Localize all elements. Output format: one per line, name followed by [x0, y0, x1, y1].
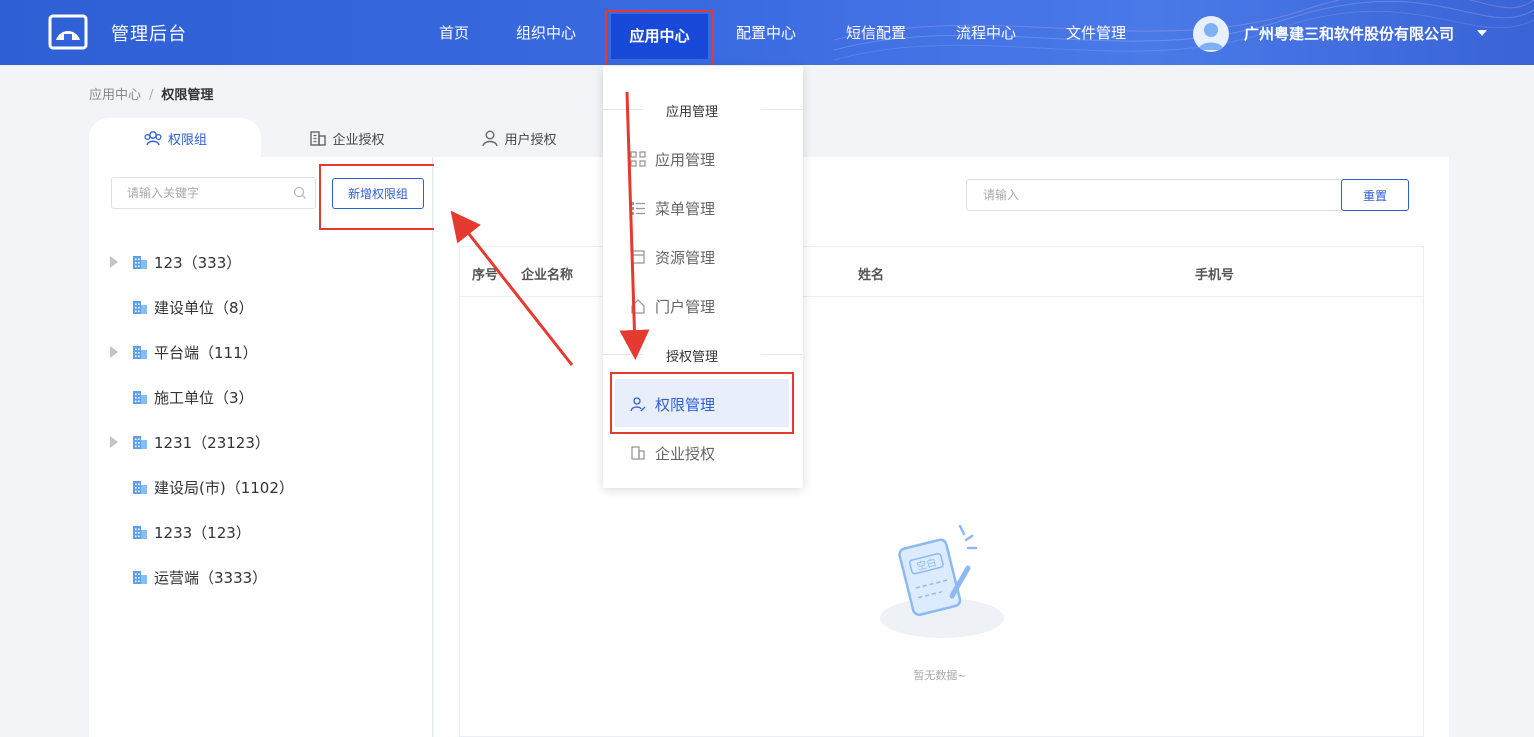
- tree-node-label: 1231（23123）: [154, 433, 270, 452]
- nav-config-center[interactable]: 配置中心: [736, 22, 796, 43]
- group-divider: [603, 354, 643, 355]
- breadcrumb-separator: /: [149, 88, 154, 103]
- group-divider: [603, 109, 643, 110]
- nav-sms-config[interactable]: 短信配置: [846, 22, 906, 43]
- dropdown-group-auth: 授权管理: [603, 350, 803, 365]
- right-search-input[interactable]: 请输入: [966, 179, 1342, 211]
- tree-node[interactable]: 施工单位（3）: [110, 385, 254, 409]
- column-header-name: 姓名: [858, 268, 885, 283]
- dropdown-item-resource-management[interactable]: 资源管理: [603, 237, 803, 277]
- column-header-company: 企业名称: [521, 268, 574, 283]
- building-icon: [133, 571, 147, 584]
- nav-app-center-label: 应用中心: [629, 27, 690, 45]
- tab-enterprise-auth-label: 企业授权: [332, 132, 385, 148]
- tree-node[interactable]: 1231（23123）: [110, 430, 270, 454]
- tree-node[interactable]: 123（333）: [110, 250, 241, 274]
- list-icon: [629, 200, 647, 216]
- dropdown-item-menu-management[interactable]: 菜单管理: [603, 188, 803, 228]
- dropdown-item-enterprise-auth[interactable]: 企业授权: [603, 433, 793, 473]
- empty-illustration-icon: 空白: [880, 524, 1004, 638]
- dropdown-item-label: 应用管理: [655, 150, 716, 169]
- expand-arrow-icon[interactable]: [110, 346, 118, 358]
- logo-icon: [48, 14, 88, 50]
- tree-node[interactable]: 运营端（3333）: [110, 565, 267, 589]
- tree-node-label: 123（333）: [154, 253, 242, 272]
- building-icon: [629, 445, 647, 461]
- company-name[interactable]: 广州粤建三和软件股份有限公司: [1244, 23, 1454, 44]
- empty-state-text: 暂无数据~: [913, 669, 967, 682]
- tree-node[interactable]: 建设单位（8）: [110, 295, 254, 319]
- column-header-phone: 手机号: [1195, 268, 1235, 283]
- user-icon: [482, 130, 499, 147]
- dropdown-item-label: 门户管理: [655, 297, 716, 316]
- breadcrumb: 应用中心 / 权限管理: [89, 84, 213, 103]
- tree-node[interactable]: 建设局(市)（1102）: [110, 475, 294, 499]
- tree-node-label: 平台端（111）: [154, 343, 258, 362]
- expand-arrow-icon[interactable]: [110, 436, 118, 448]
- building-icon: [133, 256, 147, 269]
- building-icon: [133, 436, 147, 449]
- column-header-index: 序号: [472, 268, 499, 283]
- tree-node[interactable]: 1233（123）: [110, 520, 251, 544]
- tab-user-auth-label: 用户授权: [504, 132, 557, 148]
- nav-app-center[interactable]: 应用中心: [611, 14, 708, 59]
- tree-node-label: 建设单位（8）: [154, 298, 254, 317]
- nav-app-center-highlight[interactable]: 应用中心: [605, 10, 714, 65]
- building-icon: [133, 346, 147, 359]
- nav-workflow-center[interactable]: 流程中心: [956, 22, 1016, 43]
- group-divider: [761, 109, 803, 110]
- keyword-search-input[interactable]: 请输入关键字: [111, 177, 316, 209]
- avatar-icon[interactable]: [1193, 16, 1229, 52]
- top-header: 管理后台 首页 组织中心 应用中心 配置中心 短信配置 流程中心 文件管理 广州…: [0, 0, 1534, 65]
- building-icon: [133, 526, 147, 539]
- dropdown-group-title: 授权管理: [666, 350, 719, 365]
- dropdown-item-label: 菜单管理: [655, 199, 716, 218]
- tab-permission-group-label: 权限组: [167, 132, 207, 148]
- app-title: 管理后台: [111, 24, 187, 45]
- grid-icon: [629, 151, 647, 167]
- dropdown-item-app-management[interactable]: 应用管理: [603, 139, 803, 179]
- tree-node-label: 1233（123）: [154, 523, 251, 542]
- breadcrumb-parent[interactable]: 应用中心: [89, 88, 141, 103]
- group-divider: [761, 354, 803, 355]
- tree-node-label: 建设局(市)（1102）: [154, 478, 294, 497]
- caret-down-icon[interactable]: [1477, 30, 1487, 36]
- home-icon: [629, 298, 647, 314]
- dropdown-item-portal-management[interactable]: 门户管理: [603, 286, 803, 326]
- group-icon: [144, 131, 162, 146]
- tab-enterprise-auth[interactable]: 企业授权: [261, 118, 433, 158]
- nav-file-management[interactable]: 文件管理: [1066, 22, 1126, 43]
- tree-node[interactable]: 平台端（111）: [110, 340, 258, 364]
- tab-permission-group[interactable]: 权限组: [89, 118, 261, 158]
- dropdown-item-label: 企业授权: [655, 444, 716, 463]
- box-icon: [629, 249, 647, 265]
- building-icon: [133, 481, 147, 494]
- breadcrumb-current: 权限管理: [161, 88, 214, 103]
- nav-org-center[interactable]: 组织中心: [516, 22, 576, 43]
- building-icon: [310, 131, 327, 146]
- dropdown-group-app: 应用管理: [603, 105, 803, 120]
- tab-user-auth[interactable]: 用户授权: [433, 118, 605, 158]
- nav-home[interactable]: 首页: [439, 22, 469, 43]
- reset-button[interactable]: 重置: [1341, 179, 1409, 211]
- permission-management-highlight: [610, 372, 794, 434]
- building-icon: [133, 391, 147, 404]
- building-icon: [133, 301, 147, 314]
- dropdown-item-label: 资源管理: [655, 248, 716, 267]
- search-icon[interactable]: [293, 186, 307, 200]
- add-permission-group-button[interactable]: 新增权限组: [332, 178, 424, 209]
- expand-arrow-icon[interactable]: [110, 256, 118, 268]
- tree-node-label: 施工单位（3）: [154, 388, 254, 407]
- tree-node-label: 运营端（3333）: [154, 568, 268, 587]
- dropdown-group-title: 应用管理: [666, 105, 719, 120]
